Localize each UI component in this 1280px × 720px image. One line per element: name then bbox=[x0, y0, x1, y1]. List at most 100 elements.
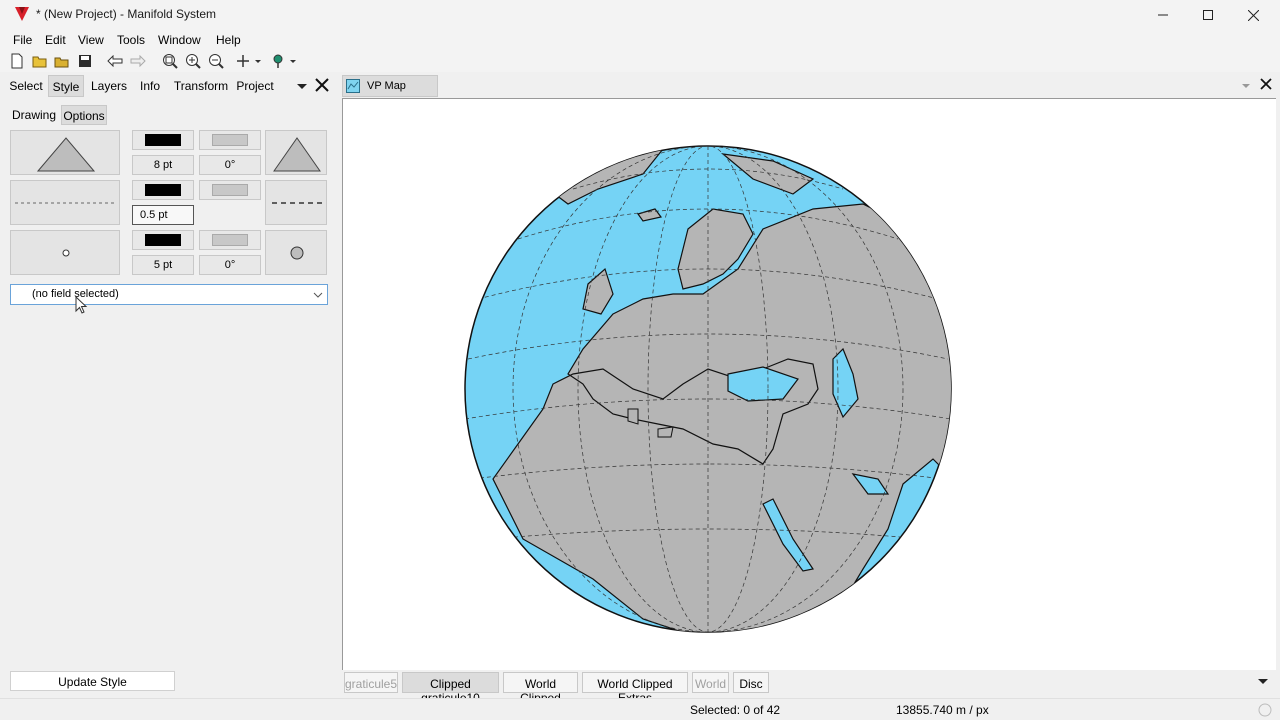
subtab-options[interactable]: Options bbox=[61, 105, 107, 125]
progress-circle-icon bbox=[1258, 703, 1272, 717]
add-dropdown-button[interactable] bbox=[235, 52, 263, 70]
scale-status: 13855.740 m / px bbox=[896, 703, 989, 717]
map-tab-bar: VP Map bbox=[340, 72, 1280, 98]
menu-window[interactable]: Window bbox=[158, 33, 201, 47]
map-canvas[interactable] bbox=[342, 98, 1276, 670]
globe-map bbox=[464, 145, 952, 633]
locate-dropdown-button[interactable] bbox=[270, 52, 298, 70]
close-icon bbox=[1247, 9, 1259, 21]
tab-info[interactable]: Info bbox=[134, 75, 166, 97]
zoom-out-icon bbox=[209, 54, 224, 69]
locate-icon bbox=[273, 54, 296, 68]
chevron-down-icon[interactable] bbox=[1257, 678, 1269, 686]
menu-bar: File Edit View Tools Window Help bbox=[0, 30, 1280, 50]
tab-project[interactable]: Project bbox=[234, 75, 276, 97]
status-bar: Selected: 0 of 42 13855.740 m / px bbox=[0, 698, 1280, 720]
area-size-button[interactable]: 8 pt bbox=[132, 155, 194, 175]
new-file-button[interactable] bbox=[8, 52, 26, 70]
line-size-button[interactable]: 0.5 pt bbox=[132, 205, 194, 225]
layer-tab-world-clipped-extras[interactable]: World Clipped Extras bbox=[582, 672, 688, 705]
close-icon[interactable] bbox=[1260, 78, 1272, 90]
update-style-button[interactable]: Update Style bbox=[10, 671, 175, 691]
tab-layers[interactable]: Layers bbox=[87, 75, 131, 97]
area-fill-color-button[interactable] bbox=[132, 130, 194, 150]
triangle-icon bbox=[273, 137, 321, 172]
area-rotation-button[interactable]: 0° bbox=[199, 155, 261, 175]
minimize-icon bbox=[1158, 14, 1168, 16]
maximize-button[interactable] bbox=[1185, 0, 1231, 30]
dashed-line-icon bbox=[15, 202, 117, 204]
mouse-cursor-icon bbox=[75, 296, 88, 314]
tab-vp-map[interactable]: VP Map bbox=[342, 75, 438, 97]
color-swatch bbox=[212, 184, 248, 196]
line-style-preview[interactable] bbox=[10, 180, 120, 225]
tab-transform[interactable]: Transform bbox=[170, 75, 232, 97]
subtab-drawing[interactable]: Drawing bbox=[10, 105, 58, 125]
point-back-color-button[interactable] bbox=[199, 230, 261, 250]
color-swatch bbox=[145, 234, 181, 246]
back-button[interactable] bbox=[106, 52, 124, 70]
open-button[interactable] bbox=[53, 52, 71, 70]
point-color-button[interactable] bbox=[132, 230, 194, 250]
open-folder-button[interactable] bbox=[31, 52, 49, 70]
panel-menu-button[interactable] bbox=[295, 80, 309, 92]
close-icon bbox=[315, 78, 329, 92]
toolbar bbox=[0, 50, 1280, 72]
minimize-button[interactable] bbox=[1140, 0, 1186, 30]
field-select[interactable]: (no field selected) bbox=[10, 284, 328, 305]
chevron-down-icon bbox=[297, 84, 307, 89]
point-size-button[interactable]: 5 pt bbox=[132, 255, 194, 275]
point-style-preview[interactable] bbox=[10, 230, 120, 275]
layer-tab-disc[interactable]: Disc bbox=[733, 672, 769, 693]
menu-help[interactable]: Help bbox=[216, 33, 241, 47]
tab-title: VP Map bbox=[367, 80, 406, 92]
zoom-out-button[interactable] bbox=[207, 52, 225, 70]
tab-select[interactable]: Select bbox=[6, 75, 46, 97]
layer-tab-graticule5[interactable]: graticule5 bbox=[344, 672, 398, 693]
color-swatch bbox=[212, 234, 248, 246]
triangle-icon bbox=[36, 137, 96, 172]
open-folder-icon bbox=[32, 56, 47, 68]
layer-tab-world[interactable]: World bbox=[692, 672, 729, 693]
window-title: * (New Project) - Manifold System bbox=[36, 7, 217, 21]
color-swatch bbox=[212, 134, 248, 146]
close-window-button[interactable] bbox=[1230, 0, 1276, 30]
circle-icon bbox=[290, 246, 304, 260]
panel-close-button[interactable] bbox=[315, 78, 329, 92]
maximize-icon bbox=[1203, 10, 1213, 20]
point-rotation-button[interactable]: 0° bbox=[199, 255, 261, 275]
open-icon bbox=[54, 57, 69, 68]
menu-file[interactable]: File bbox=[13, 33, 32, 47]
point-symbol-button[interactable] bbox=[265, 230, 327, 275]
forward-arrow-icon bbox=[130, 55, 146, 67]
new-file-icon bbox=[11, 53, 23, 69]
forward-button[interactable] bbox=[129, 52, 147, 70]
chevron-down-icon[interactable] bbox=[1240, 81, 1252, 91]
tab-style[interactable]: Style bbox=[48, 75, 84, 97]
menu-view[interactable]: View bbox=[78, 33, 104, 47]
zoom-in-icon bbox=[186, 54, 201, 69]
save-button[interactable] bbox=[76, 52, 94, 70]
color-swatch bbox=[145, 134, 181, 146]
layer-tab-clipped-graticule10[interactable]: Clipped graticule10 bbox=[402, 672, 499, 705]
line-back-color-button[interactable] bbox=[199, 180, 261, 200]
line-color-button[interactable] bbox=[132, 180, 194, 200]
add-icon bbox=[237, 55, 261, 67]
selection-status: Selected: 0 of 42 bbox=[690, 703, 781, 717]
left-panel: Select Style Layers Info Transform Proje… bbox=[0, 72, 340, 698]
chevron-down-icon bbox=[313, 292, 323, 298]
color-swatch bbox=[145, 184, 181, 196]
zoom-in-button[interactable] bbox=[184, 52, 202, 70]
title-bar: * (New Project) - Manifold System bbox=[0, 0, 1280, 30]
layer-tabs: graticule5 Clipped graticule10 World Cli… bbox=[340, 671, 1280, 705]
zoom-extent-icon bbox=[163, 54, 178, 69]
manifold-logo-icon bbox=[15, 7, 29, 21]
area-symbol-button[interactable] bbox=[265, 130, 327, 175]
menu-tools[interactable]: Tools bbox=[117, 33, 145, 47]
area-style-preview[interactable] bbox=[10, 130, 120, 175]
zoom-extent-button[interactable] bbox=[161, 52, 179, 70]
layer-tab-world-clipped[interactable]: World Clipped bbox=[503, 672, 578, 705]
line-symbol-button[interactable] bbox=[265, 180, 327, 225]
menu-edit[interactable]: Edit bbox=[45, 33, 66, 47]
area-back-color-button[interactable] bbox=[199, 130, 261, 150]
